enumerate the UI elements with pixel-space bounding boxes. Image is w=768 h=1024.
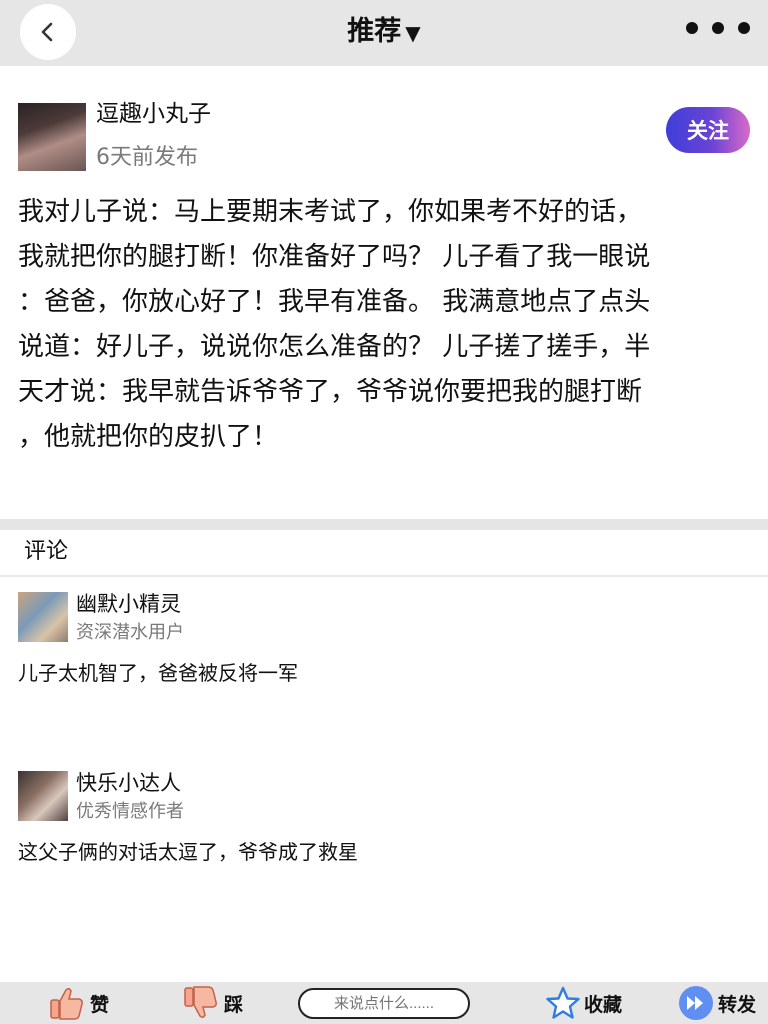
more-dot-icon xyxy=(712,22,724,34)
fast-forward-icon xyxy=(679,986,713,1020)
more-options-button[interactable] xyxy=(686,22,750,34)
section-divider xyxy=(0,519,768,530)
dislike-button[interactable]: 踩 xyxy=(182,982,243,1024)
commenter-name[interactable]: 快乐小达人 xyxy=(76,769,181,797)
bottom-action-bar: 赞 踩 收藏 转发 xyxy=(0,982,768,1024)
dropdown-arrow-icon: ▼ xyxy=(405,21,421,45)
comment-input[interactable] xyxy=(298,988,470,1019)
comment-text: 儿子太机智了，爸爸被反将一军 xyxy=(18,661,298,685)
thumbs-up-icon xyxy=(50,987,83,1020)
post-line: ，他就把你的皮扒了！ xyxy=(18,422,279,452)
post-line: 天才说：我早就告诉爷爷了，爷爷说你要把我的腿打断 xyxy=(18,377,643,407)
author-avatar[interactable] xyxy=(18,103,86,171)
like-button[interactable]: 赞 xyxy=(48,982,109,1024)
commenter-role: 资深潜水用户 xyxy=(76,622,184,643)
favorite-button[interactable]: 收藏 xyxy=(546,982,622,1024)
comments-title: 评论 xyxy=(24,539,69,564)
dislike-label: 踩 xyxy=(224,993,244,1016)
favorite-label: 收藏 xyxy=(584,993,623,1016)
commenter-avatar[interactable] xyxy=(18,592,68,642)
commenter-role: 优秀情感作者 xyxy=(76,801,184,822)
post-line: 我对儿子说：马上要期末考试了，你如果考不好的话， xyxy=(18,197,643,227)
top-bar: 推荐 ▼ xyxy=(0,0,768,66)
share-button[interactable]: 转发 xyxy=(678,982,756,1024)
post-time: 6天前发布 xyxy=(96,145,198,170)
comments-divider xyxy=(0,575,768,577)
post-line: 我就把你的腿打断！你准备好了吗？ 儿子看了我一眼说 xyxy=(18,242,651,272)
post-content: 我对儿子说：马上要期末考试了，你如果考不好的话， 我就把你的腿打断！你准备好了吗… xyxy=(18,190,750,460)
more-dot-icon xyxy=(686,22,698,34)
commenter-name[interactable]: 幽默小精灵 xyxy=(76,590,181,618)
follow-button[interactable]: 关注 xyxy=(666,107,750,153)
post-line: ：爸爸，你放心好了！我早有准备。 我满意地点了点头 xyxy=(18,287,651,317)
author-name[interactable]: 逗趣小丸子 xyxy=(96,98,211,130)
commenter-avatar[interactable] xyxy=(18,771,68,821)
thumbs-down-icon xyxy=(184,986,217,1019)
comment-text: 这父子俩的对话太逗了，爷爷成了救星 xyxy=(18,840,358,864)
star-icon xyxy=(546,986,580,1019)
post-line: 说道：好儿子，说说你怎么准备的？ 儿子搓了搓手，半 xyxy=(18,332,651,362)
share-label: 转发 xyxy=(718,993,757,1016)
more-dot-icon xyxy=(738,22,750,34)
like-label: 赞 xyxy=(90,993,110,1016)
feed-selector[interactable]: 推荐 ▼ xyxy=(0,12,768,53)
page-title: 推荐 xyxy=(347,16,402,47)
